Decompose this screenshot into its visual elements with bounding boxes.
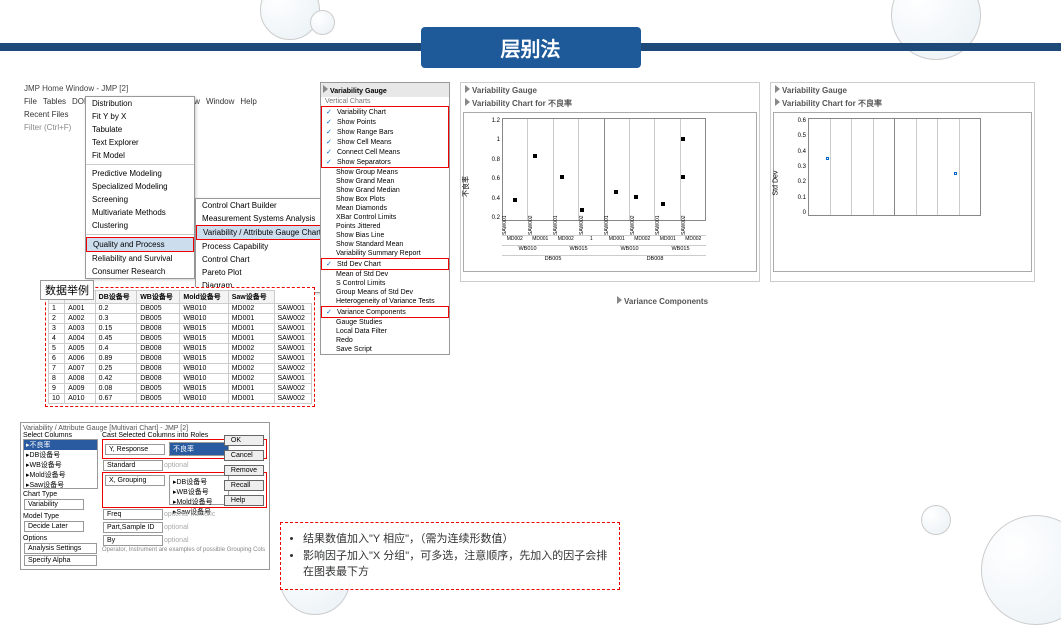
help-button[interactable]: Help: [224, 495, 264, 506]
dialog-actions: OK Cancel Remove Recall Help: [223, 434, 265, 507]
x-grouping-btn[interactable]: X, Grouping: [105, 475, 165, 486]
analyze-menu[interactable]: DistributionFit Y by XTabulateText Explo…: [85, 96, 195, 279]
cancel-button[interactable]: Cancel: [224, 450, 264, 461]
data-example-panel: 数据举例 不良率DB设备号WB设备号Mold设备号Saw设备号1A0010.2D…: [45, 287, 315, 407]
variability-chart-2: Variability Gauge Variability Chart for …: [770, 82, 1035, 282]
variability-chart-1: Variability Gauge Variability Chart for …: [460, 82, 760, 282]
variability-options-menu[interactable]: Variability Gauge Vertical Charts Variab…: [320, 82, 450, 355]
x-grouping-vals[interactable]: ▸DB设备号▸WB设备号▸Mold设备号▸Saw设备号: [169, 475, 229, 505]
title-bar: 层别法: [0, 30, 1061, 64]
chart-type[interactable]: Variability: [24, 499, 84, 510]
y-response-btn[interactable]: Y, Response: [105, 444, 165, 455]
select-cols-label: Select Columns: [23, 432, 98, 439]
data-example-label: 数据举例: [40, 280, 94, 300]
standard-btn[interactable]: Standard: [103, 460, 163, 471]
jmp-home-window: JMP Home Window - JMP [2] FileTablesDOEA…: [20, 82, 300, 134]
ok-button[interactable]: OK: [224, 435, 264, 446]
columns-list[interactable]: ▸不良率▸DB设备号▸WB设备号▸Mold设备号▸Saw设备号: [23, 439, 98, 489]
model-type[interactable]: Decide Later: [24, 521, 84, 532]
data-table: 不良率DB设备号WB设备号Mold设备号Saw设备号1A0010.2DB005W…: [48, 290, 312, 404]
y-response-val[interactable]: 不良率: [169, 442, 229, 456]
dialog-title: Variability / Attribute Gauge [Multivari…: [23, 425, 267, 432]
instruction-bullets: 结果数值加入"Y 相应"，（需为连续形数值）影响因子加入"X 分组"，可多选，注…: [280, 522, 620, 590]
recall-button[interactable]: Recall: [224, 480, 264, 491]
remove-button[interactable]: Remove: [224, 465, 264, 476]
page-title: 层别法: [421, 27, 641, 68]
quality-menu[interactable]: Control Chart BuilderMeasurement Systems…: [195, 198, 335, 293]
variability-dialog: Variability / Attribute Gauge [Multivari…: [20, 422, 270, 570]
variance-components-panel: Variance Components: [615, 294, 1035, 308]
window-title: JMP Home Window - JMP [2]: [20, 82, 300, 95]
